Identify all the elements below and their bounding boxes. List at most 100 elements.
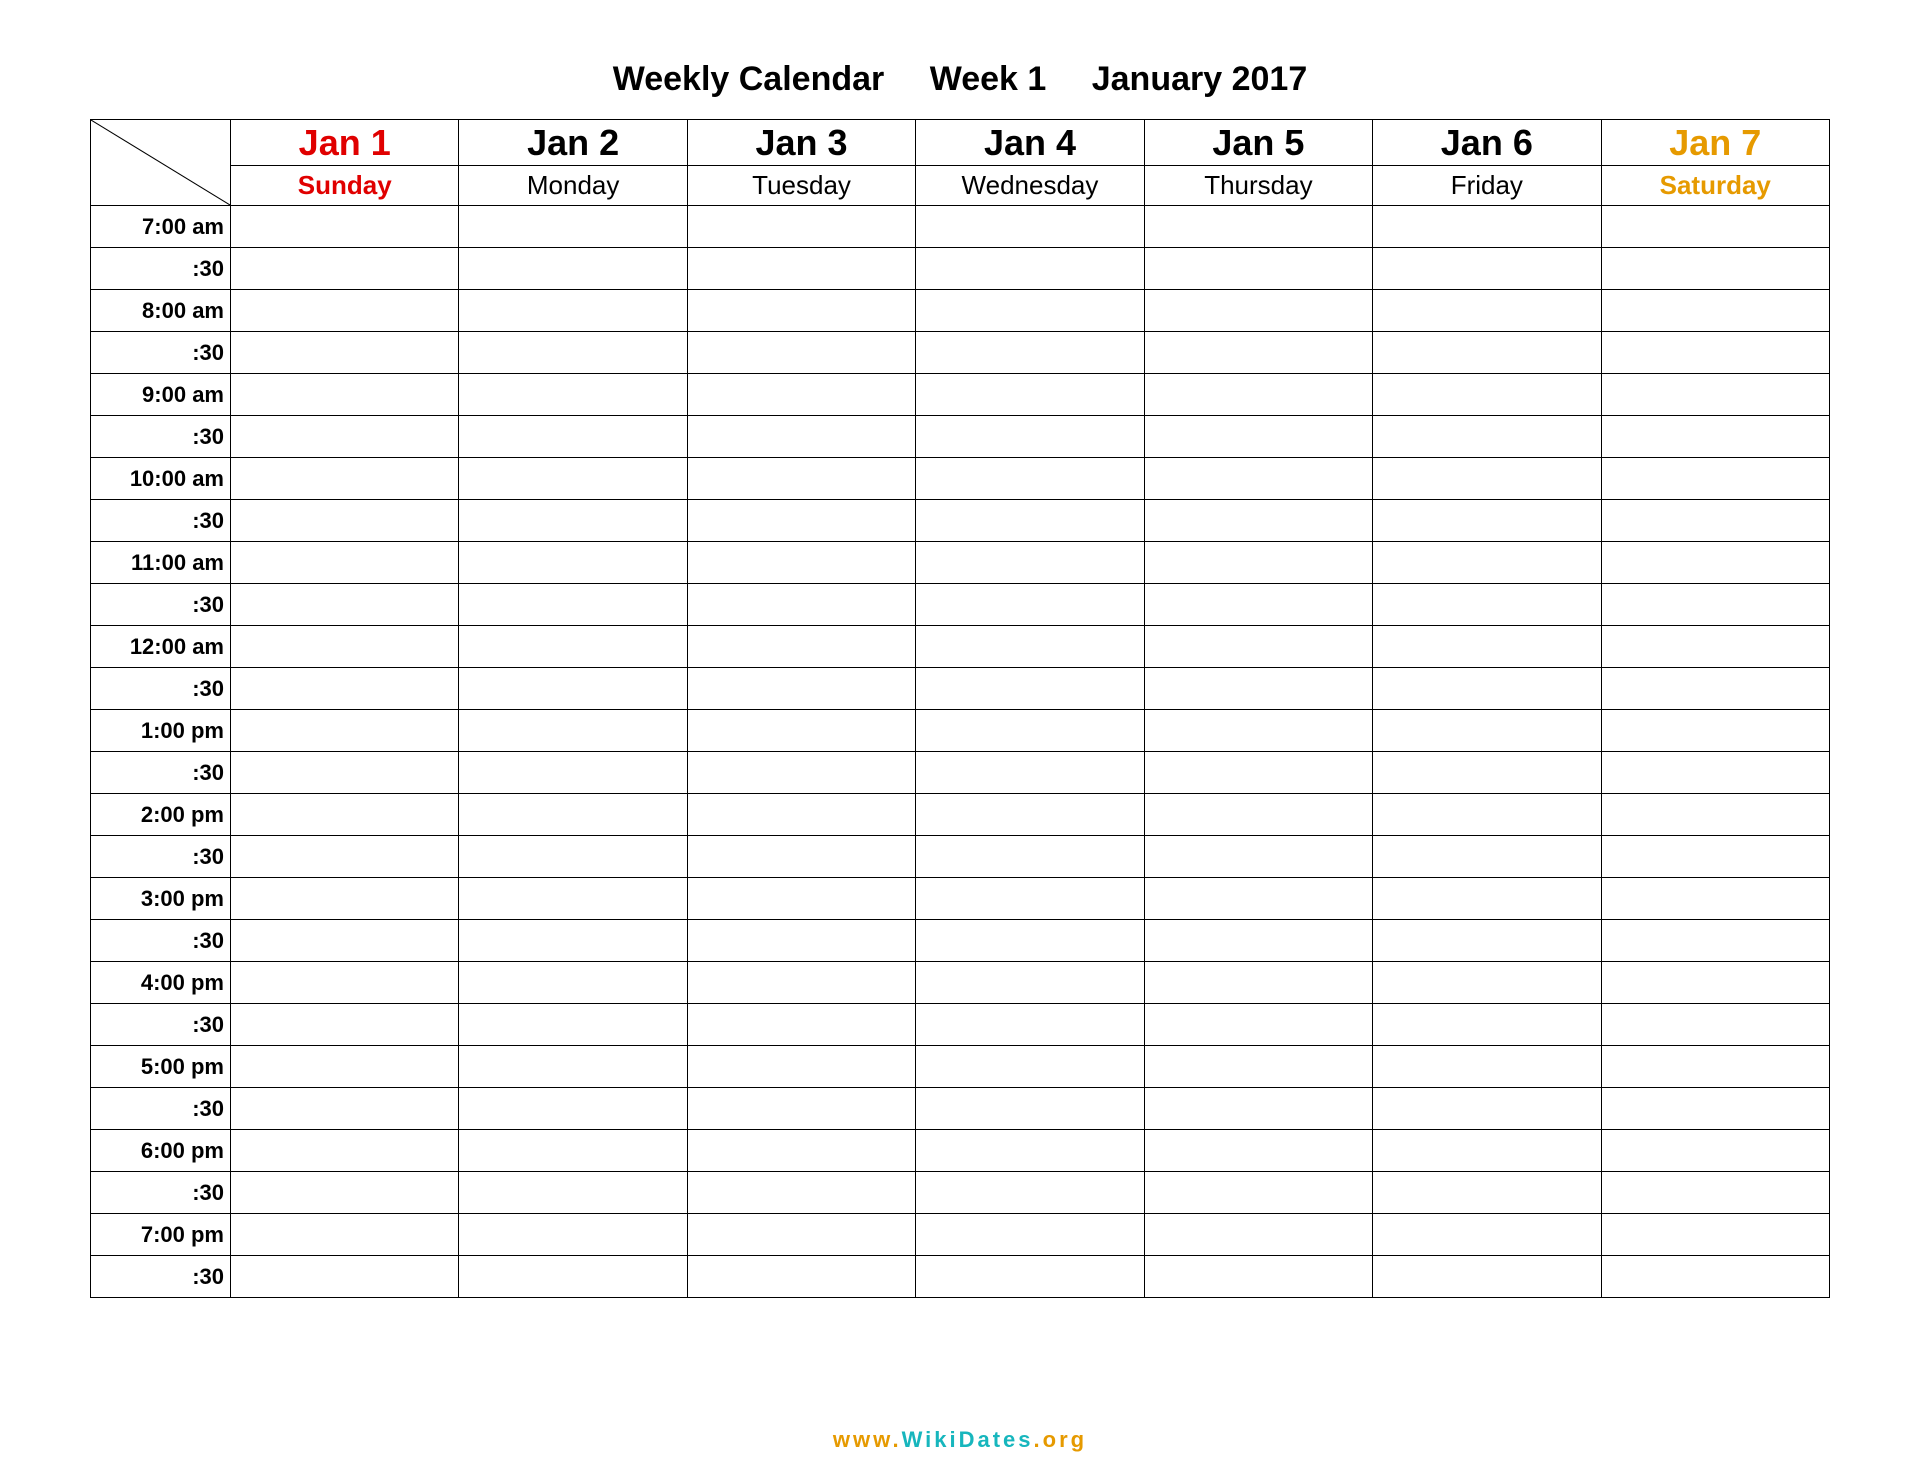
calendar-cell [1373, 584, 1601, 626]
calendar-cell [916, 1130, 1144, 1172]
calendar-cell [1373, 290, 1601, 332]
calendar-cell [1601, 1088, 1829, 1130]
column-date: Jan 7 [1601, 120, 1829, 166]
calendar-cell [1601, 668, 1829, 710]
time-slot-row: 8:00 am [91, 290, 1830, 332]
column-date: Jan 4 [916, 120, 1144, 166]
calendar-cell [1144, 290, 1372, 332]
calendar-cell [459, 962, 687, 1004]
time-slot-row: :30 [91, 584, 1830, 626]
calendar-cell [231, 1088, 459, 1130]
calendar-cell [1601, 752, 1829, 794]
column-date: Jan 1 [231, 120, 459, 166]
calendar-cell [1144, 668, 1372, 710]
time-label: :30 [91, 332, 231, 374]
header-corner-cell [91, 120, 231, 206]
calendar-cell [1601, 374, 1829, 416]
calendar-cell [231, 374, 459, 416]
calendar-cell [687, 458, 915, 500]
calendar-cell [916, 542, 1144, 584]
calendar-cell [231, 794, 459, 836]
calendar-cell [459, 1004, 687, 1046]
calendar-cell [231, 752, 459, 794]
footer-suffix: .org [1034, 1427, 1088, 1452]
time-slot-row: 12:00 am [91, 626, 1830, 668]
calendar-cell [687, 752, 915, 794]
calendar-cell [1373, 1046, 1601, 1088]
footer-prefix: www. [833, 1427, 902, 1452]
time-slot-row: :30 [91, 248, 1830, 290]
calendar-cell [459, 290, 687, 332]
calendar-cell [459, 1214, 687, 1256]
calendar-cell [687, 836, 915, 878]
calendar-cell [1144, 962, 1372, 1004]
calendar-cell [459, 920, 687, 962]
calendar-cell [231, 1214, 459, 1256]
time-slot-row: 10:00 am [91, 458, 1830, 500]
calendar-cell [1601, 248, 1829, 290]
calendar-cell [1601, 1172, 1829, 1214]
time-label: :30 [91, 500, 231, 542]
calendar-cell [687, 1046, 915, 1088]
calendar-cell [687, 1004, 915, 1046]
calendar-cell [459, 332, 687, 374]
calendar-cell [1373, 920, 1601, 962]
time-slot-row: 4:00 pm [91, 962, 1830, 1004]
calendar-cell [687, 1172, 915, 1214]
column-day: Thursday [1144, 166, 1372, 206]
time-slot-row: :30 [91, 1004, 1830, 1046]
calendar-cell [916, 1256, 1144, 1298]
column-date: Jan 6 [1373, 120, 1601, 166]
time-slot-row: :30 [91, 416, 1830, 458]
calendar-cell [1373, 1256, 1601, 1298]
calendar-cell [1373, 206, 1601, 248]
title-label: Weekly Calendar [613, 60, 885, 99]
calendar-cell [1373, 1088, 1601, 1130]
calendar-cell [687, 794, 915, 836]
calendar-cell [916, 668, 1144, 710]
calendar-cell [231, 584, 459, 626]
calendar-cell [687, 248, 915, 290]
calendar-cell [459, 1046, 687, 1088]
calendar-cell [916, 878, 1144, 920]
calendar-cell [1373, 332, 1601, 374]
calendar-cell [231, 206, 459, 248]
calendar-cell [687, 542, 915, 584]
calendar-cell [231, 458, 459, 500]
calendar-cell [231, 332, 459, 374]
time-label: :30 [91, 1088, 231, 1130]
calendar-cell [1601, 920, 1829, 962]
calendar-cell [1601, 332, 1829, 374]
calendar-cell [1144, 878, 1372, 920]
calendar-cell [1144, 920, 1372, 962]
time-slot-row: 7:00 am [91, 206, 1830, 248]
time-label: :30 [91, 416, 231, 458]
time-label: 7:00 am [91, 206, 231, 248]
time-slot-row: 5:00 pm [91, 1046, 1830, 1088]
calendar-cell [1144, 458, 1372, 500]
calendar-cell [1144, 542, 1372, 584]
calendar-cell [916, 332, 1144, 374]
time-label: :30 [91, 1004, 231, 1046]
calendar-cell [1601, 290, 1829, 332]
column-date: Jan 3 [687, 120, 915, 166]
calendar-cell [1144, 1088, 1372, 1130]
calendar-cell [1144, 752, 1372, 794]
calendar-cell [459, 416, 687, 458]
calendar-cell [1144, 1130, 1372, 1172]
calendar-cell [687, 500, 915, 542]
calendar-cell [459, 710, 687, 752]
time-label: 12:00 am [91, 626, 231, 668]
calendar-cell [459, 1256, 687, 1298]
weekly-calendar-table: Jan 1Jan 2Jan 3Jan 4Jan 5Jan 6Jan 7 Sund… [90, 119, 1830, 1298]
calendar-cell [1601, 710, 1829, 752]
calendar-cell [916, 710, 1144, 752]
calendar-cell [231, 1130, 459, 1172]
calendar-cell [1373, 248, 1601, 290]
title-week: Week 1 [930, 60, 1047, 99]
calendar-cell [1144, 1214, 1372, 1256]
calendar-cell [1373, 836, 1601, 878]
calendar-cell [687, 584, 915, 626]
calendar-cell [231, 1172, 459, 1214]
column-day: Monday [459, 166, 687, 206]
